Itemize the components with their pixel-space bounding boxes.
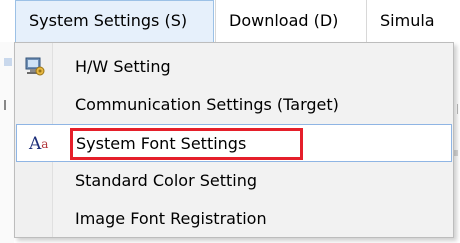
font-icon-glyph: Aa <box>29 134 49 154</box>
menu-item-label: H/W Setting <box>75 57 171 76</box>
menu-simulation[interactable]: Simula <box>366 0 435 42</box>
red-highlight-box <box>70 128 303 160</box>
hw-settings-icon <box>24 56 46 78</box>
background-window-edge <box>0 42 14 243</box>
system-settings-dropdown: H/W Setting Communication Settings (Targ… <box>14 42 454 238</box>
menu-item-label: Standard Color Setting <box>75 171 258 190</box>
background-toolbar-icon <box>4 58 12 66</box>
menu-item-image-font-registration[interactable]: Image Font Registration <box>16 200 452 238</box>
menu-bar: System Settings (S) Download (D) Simula <box>0 0 460 42</box>
menu-simulation-label: Simula <box>380 11 435 30</box>
menu-download[interactable]: Download (D) <box>215 0 338 42</box>
menu-item-label: Image Font Registration <box>75 209 267 228</box>
menu-item-label: Communication Settings (Target) <box>75 95 339 114</box>
font-icon: Aa <box>25 133 49 155</box>
menu-system-settings[interactable]: System Settings (S) <box>15 0 214 42</box>
menu-item-communication-settings[interactable]: Communication Settings (Target) <box>16 86 452 124</box>
menu-item-system-font-settings[interactable]: Aa System Font Settings <box>16 124 452 162</box>
background-mark <box>4 100 6 110</box>
menu-item-hw-setting[interactable]: H/W Setting <box>16 48 452 86</box>
menu-system-settings-label: System Settings (S) <box>29 11 188 30</box>
menu-download-label: Download (D) <box>229 11 339 30</box>
menu-item-standard-color-setting[interactable]: Standard Color Setting <box>16 162 452 200</box>
